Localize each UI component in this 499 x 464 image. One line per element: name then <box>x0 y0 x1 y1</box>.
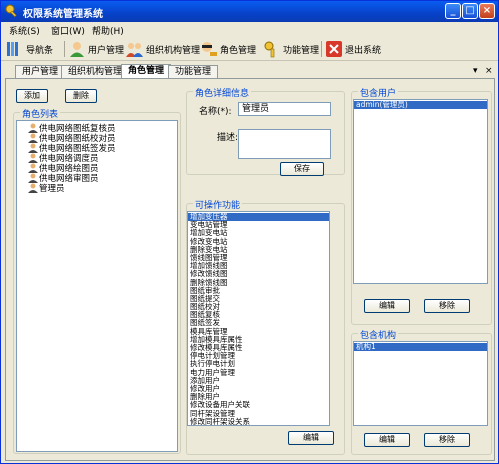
toolbar-user-button[interactable]: 用户管理 <box>68 39 124 59</box>
remove-users-button[interactable]: 移除 <box>424 299 470 313</box>
role-name-input[interactable]: 管理员 <box>238 102 331 116</box>
tab-dropdown-icon[interactable]: ▾ <box>473 66 478 76</box>
role-description-label: 描述: <box>217 133 239 143</box>
users-group: 包含用户 admin(管理员) 编辑 移除 <box>351 86 492 325</box>
toolbar-organization-label: 组织机构管理 <box>146 45 201 56</box>
role-person-icon <box>28 173 38 183</box>
menu-window[interactable]: 窗口(W) <box>51 24 85 37</box>
role-detail-group: 角色详细信息 名称(*): 管理员 描述: 保存 <box>186 86 345 176</box>
toolbar-role-label: 角色管理 <box>220 45 257 56</box>
tab-user-management[interactable]: 用户管理 <box>15 65 66 78</box>
menu-help[interactable]: 帮助(H) <box>92 24 124 37</box>
orgs-group: 包含机构 机构1 编辑 移除 <box>351 328 492 455</box>
functions-group: 可操作功能 增加变压器 变电站管理 增加变电站 修改变电站 删除变电站 馈线图管理 增加馈线… <box>186 198 345 455</box>
toolbar-organization-button[interactable]: 组织机构管理 <box>126 39 200 59</box>
role-icon <box>202 42 217 56</box>
organization-icon <box>126 43 143 57</box>
menu-bar: 系统(S) 窗口(W) 帮助(H) <box>1 22 498 37</box>
role-management-panel: 添加 删除 角色列表 供电网络图纸复核员 供电网络图纸校对员 供电网络图纸签发员 供电… <box>5 78 495 461</box>
role-list-group: 角色列表 供电网络图纸复核员 供电网络图纸校对员 供电网络图纸签发员 供电网络调度员供… <box>13 107 181 454</box>
role-detail-title: 角色详细信息 <box>193 86 252 99</box>
users-title: 包含用户 <box>358 86 399 99</box>
toolbar-exit-label: 退出系统 <box>345 45 382 56</box>
function-list-item[interactable]: 修改同杆架设关系 <box>188 417 329 425</box>
toolbar-exit-button[interactable]: 退出系统 <box>325 39 381 59</box>
tab-organization-management[interactable]: 组织机构管理 <box>61 65 130 78</box>
navigation-icon <box>7 42 18 56</box>
role-person-icon <box>28 183 38 193</box>
tab-close-icon[interactable]: × <box>485 66 493 76</box>
toolbar: 导航条 用户管理 组织机构管理 角色管理 功能管理 退出系统 <box>1 37 498 61</box>
tab-strip: 用户管理 组织机构管理 角色管理 功能管理 ▾ × <box>1 63 498 78</box>
maximize-button[interactable]: □ <box>462 3 478 19</box>
edit-functions-button[interactable]: 编辑 <box>288 431 334 445</box>
remove-orgs-button[interactable]: 移除 <box>424 433 470 447</box>
toolbar-user-label: 用户管理 <box>88 45 125 56</box>
functions-title: 可操作功能 <box>193 198 243 211</box>
user-list-item[interactable]: admin(管理员) <box>354 100 487 110</box>
save-role-button[interactable]: 保存 <box>280 162 324 176</box>
app-key-icon <box>5 4 17 18</box>
orgs-title: 包含机构 <box>358 328 399 341</box>
toolbar-navigation-button[interactable]: 导航条 <box>6 39 53 59</box>
edit-orgs-button[interactable]: 编辑 <box>364 433 410 447</box>
role-person-icon <box>28 143 38 153</box>
tab-function-management[interactable]: 功能管理 <box>168 65 219 78</box>
close-button[interactable]: × <box>479 3 495 19</box>
edit-users-button[interactable]: 编辑 <box>364 299 410 313</box>
exit-icon <box>326 41 342 57</box>
minimize-button[interactable]: _ <box>445 3 461 19</box>
toolbar-separator <box>321 41 322 57</box>
users-list[interactable]: admin(管理员) <box>353 99 488 284</box>
user-icon <box>70 42 84 57</box>
toolbar-function-label: 功能管理 <box>283 45 320 56</box>
role-person-icon <box>28 123 38 133</box>
key-icon <box>264 41 275 58</box>
window-title: 权限系统管理系统 <box>23 9 103 20</box>
role-person-icon <box>28 133 38 143</box>
title-bar[interactable]: 权限系统管理系统 _ □ × <box>1 1 498 22</box>
role-list-title: 角色列表 <box>20 107 61 120</box>
toolbar-role-button[interactable]: 角色管理 <box>200 39 256 59</box>
menu-system[interactable]: 系统(S) <box>9 24 40 37</box>
add-role-button[interactable]: 添加 <box>16 89 48 103</box>
role-person-icon <box>28 163 38 173</box>
toolbar-separator <box>64 41 65 57</box>
tab-role-management[interactable]: 角色管理 <box>121 64 172 78</box>
toolbar-navigation-label: 导航条 <box>26 45 54 56</box>
toolbar-function-button[interactable]: 功能管理 <box>263 39 319 59</box>
role-tree-item[interactable]: 管理员 <box>27 183 177 194</box>
role-tree-item-label: 管理员 <box>39 184 65 194</box>
role-name-label: 名称(*): <box>199 107 232 117</box>
role-person-icon <box>28 153 38 163</box>
org-list-item[interactable]: 机构1 <box>354 342 487 352</box>
delete-role-button[interactable]: 删除 <box>65 89 97 103</box>
role-description-input[interactable] <box>238 129 331 159</box>
orgs-list[interactable]: 机构1 <box>353 341 488 426</box>
role-tree[interactable]: 供电网络图纸复核员 供电网络图纸校对员 供电网络图纸签发员 供电网络调度员 供电网络绘图… <box>16 120 178 452</box>
main-window: 权限系统管理系统 _ □ × 系统(S) 窗口(W) 帮助(H) 导航条 用户管… <box>0 0 499 464</box>
functions-list[interactable]: 增加变压器 变电站管理 增加变电站 修改变电站 删除变电站 馈线图管理 增加馈线图 修改馈线图… <box>187 211 330 426</box>
